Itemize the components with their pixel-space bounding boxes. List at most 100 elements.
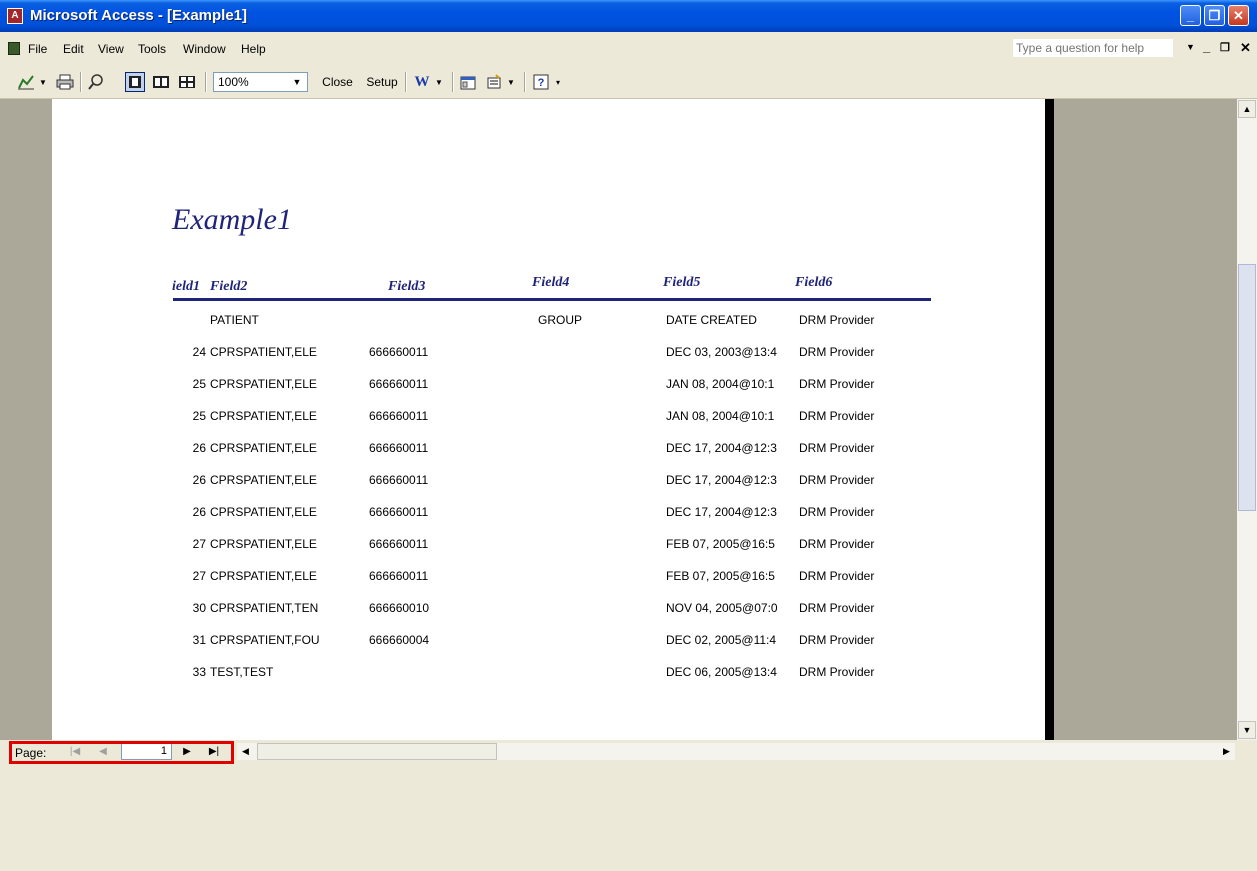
report-cell-f5: DEC 02, 2005@11:4 [666, 633, 777, 647]
report-cell-f1: 27 [192, 537, 206, 551]
size-grip[interactable] [1237, 743, 1257, 760]
document-restore-icon[interactable]: ❐ [1220, 41, 1230, 54]
report-cell-f6: DRM Provider [799, 345, 875, 359]
toolbar-separator [205, 72, 207, 92]
scroll-right-icon[interactable]: ▶ [1218, 743, 1235, 760]
report-cell-f2: CPRSPATIENT,ELE [210, 505, 317, 519]
report-title: Example1 [172, 203, 292, 236]
help-search-input[interactable] [1013, 39, 1173, 57]
horizontal-scroll-thumb[interactable] [257, 743, 497, 760]
vertical-scroll-thumb[interactable] [1238, 264, 1256, 511]
report-cell-f1: 25 [192, 409, 206, 423]
report-cell-f2: CPRSPATIENT,ELE [210, 377, 317, 391]
menu-window[interactable]: Window [183, 42, 226, 56]
report-cell-f2: TEST,TEST [210, 665, 274, 679]
window-title: Microsoft Access - [Example1] [30, 7, 248, 24]
report-cell-f5: FEB 07, 2005@16:5 [666, 537, 775, 551]
close-window-button[interactable]: ✕ [1228, 5, 1249, 26]
report-cell-f5: JAN 08, 2004@10:1 [666, 409, 775, 423]
zoom-icon[interactable] [86, 72, 106, 92]
report-cell-f1: 26 [192, 505, 206, 519]
report-cell-f5: DEC 17, 2004@12:3 [666, 441, 777, 455]
report-cell-f3: 666660011 [369, 441, 429, 455]
report-cell-f5: DEC 06, 2005@13:4 [666, 665, 777, 679]
report-cell-f6: DRM Provider [799, 409, 875, 423]
report-cell-f1: 27 [192, 569, 206, 583]
toolbar-options-icon[interactable]: ▾ [553, 72, 563, 92]
column-header-field6: Field6 [795, 275, 833, 290]
document-close-icon[interactable]: ✕ [1240, 40, 1251, 56]
document-minimize-icon[interactable]: _ [1203, 39, 1210, 54]
title-bar[interactable]: A Microsoft Access - [Example1] _ ❐ ✕ [0, 0, 1257, 32]
scroll-left-icon[interactable]: ◀ [237, 743, 254, 760]
report-cell-f1: 24 [192, 345, 206, 359]
report-cell-f5: FEB 07, 2005@16:5 [666, 569, 775, 583]
column-header-field5: Field5 [663, 275, 701, 290]
column-header-field1: ield1 [172, 279, 200, 294]
menu-bar: File Edit View Tools Window Help ▼ _ ❐ ✕ [0, 37, 1257, 61]
help-icon[interactable]: ? [531, 72, 551, 92]
column-header-field4: Field4 [532, 275, 570, 290]
report-cell-f3: 666660011 [369, 537, 429, 551]
zoom-dropdown-icon[interactable]: ▼ [288, 73, 306, 91]
help-dropdown-icon[interactable]: ▼ [1186, 42, 1195, 52]
horizontal-scrollbar[interactable]: ◀ ▶ [237, 743, 1235, 760]
toolbar-separator [452, 72, 454, 92]
report-cell-f2: PATIENT [210, 313, 259, 327]
print-icon[interactable] [55, 72, 75, 92]
page-shadow [1045, 99, 1054, 740]
report-cell-f3: 666660011 [369, 345, 429, 359]
report-cell-f2: CPRSPATIENT,ELE [210, 537, 317, 551]
report-cell-f2: CPRSPATIENT,ELE [210, 473, 317, 487]
report-cell-f6: DRM Provider [799, 537, 875, 551]
report-cell-f6: DRM Provider [799, 473, 875, 487]
vertical-scrollbar[interactable]: ▲ ▼ [1237, 99, 1257, 740]
minimize-button[interactable]: _ [1180, 5, 1201, 26]
menu-help[interactable]: Help [241, 42, 266, 56]
office-links-dropdown-icon[interactable]: ▼ [434, 72, 444, 92]
report-cell-f2: CPRSPATIENT,TEN [210, 601, 319, 615]
one-page-icon[interactable] [125, 72, 145, 92]
record-navigation-bar: Page: |◀ ◀ 1 ▶ ▶| ◀ ▶ [0, 740, 1257, 871]
menu-edit[interactable]: Edit [63, 42, 84, 56]
print-preview-toolbar: ▼ 100% ▼ Close Setup W ▼ ▼ ? ▾ [0, 64, 1257, 99]
menu-view[interactable]: View [98, 42, 124, 56]
report-cell-f5: DATE CREATED [666, 313, 757, 327]
word-icon[interactable]: W [412, 72, 432, 92]
report-cell-f5: JAN 08, 2004@10:1 [666, 377, 775, 391]
two-pages-icon[interactable] [151, 72, 171, 92]
new-object-icon[interactable] [484, 72, 504, 92]
access-app-icon[interactable]: A [7, 8, 23, 24]
view-icon[interactable] [16, 72, 36, 92]
report-cell-f2: CPRSPATIENT,ELE [210, 569, 317, 583]
report-cell-f1: 30 [192, 601, 206, 615]
report-cell-f2: CPRSPATIENT,ELE [210, 409, 317, 423]
document-icon[interactable] [8, 42, 20, 55]
column-header-field2: Field2 [210, 279, 248, 294]
report-cell-f6: DRM Provider [799, 601, 875, 615]
restore-button[interactable]: ❐ [1204, 5, 1225, 26]
setup-button[interactable]: Setup [362, 72, 402, 92]
report-cell-f2: CPRSPATIENT,FOU [210, 633, 320, 647]
report-cell-f3: 666660010 [369, 601, 430, 615]
column-header-field3: Field3 [388, 279, 426, 294]
new-object-dropdown-icon[interactable]: ▼ [506, 72, 516, 92]
report-cell-f3: 666660004 [369, 633, 430, 647]
report-page: Example1 ield1 Field2 Field3 Field4 Fiel… [52, 99, 1045, 740]
view-dropdown-icon[interactable]: ▼ [38, 72, 48, 92]
database-window-icon[interactable] [458, 72, 478, 92]
report-cell-f3: 666660011 [369, 473, 429, 487]
header-rule [173, 298, 931, 301]
close-preview-button[interactable]: Close [315, 72, 360, 92]
scroll-up-icon[interactable]: ▲ [1238, 100, 1256, 118]
report-cell-f3: 666660011 [369, 409, 429, 423]
report-cell-f3: 666660011 [369, 377, 429, 391]
menu-file[interactable]: File [28, 42, 47, 56]
report-cell-f1: 31 [192, 633, 206, 647]
report-cell-f1: 33 [192, 665, 206, 679]
navigation-highlight-box [9, 741, 234, 764]
multiple-pages-icon[interactable] [177, 72, 197, 92]
report-cell-f2: CPRSPATIENT,ELE [210, 441, 317, 455]
menu-tools[interactable]: Tools [138, 42, 166, 56]
scroll-down-icon[interactable]: ▼ [1238, 721, 1256, 739]
